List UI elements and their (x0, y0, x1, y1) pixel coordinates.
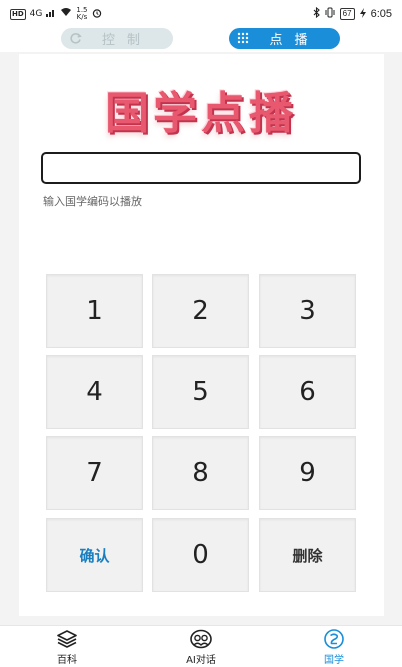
status-left: HD 4G 1.5 K/s (10, 7, 102, 21)
nav-label-guoxue: 国学 (324, 655, 344, 666)
key-1[interactable]: 1 (46, 274, 143, 348)
bottom-nav: 百科 AI对话 国学 (0, 625, 402, 667)
network-speed: 1.5 K/s (76, 7, 87, 21)
wifi-icon (60, 8, 72, 20)
status-bar: HD 4G 1.5 K/s 67 6:05 (0, 0, 402, 28)
battery-level: 67 (339, 8, 355, 20)
key-4[interactable]: 4 (46, 355, 143, 429)
status-right: 67 6:05 (313, 6, 392, 21)
tab-play[interactable]: 点播 (229, 28, 340, 49)
nav-item-baike[interactable]: 百科 (27, 626, 107, 667)
key-6[interactable]: 6 (259, 355, 356, 429)
alarm-icon (92, 8, 102, 21)
key-3[interactable]: 3 (259, 274, 356, 348)
key-9[interactable]: 9 (259, 436, 356, 510)
confirm-button[interactable]: 确认 (46, 518, 143, 592)
refresh-icon (69, 32, 82, 48)
page-title: 国学点播 (105, 88, 297, 139)
key-8[interactable]: 8 (152, 436, 249, 510)
nav-item-ai-chat[interactable]: AI对话 (161, 626, 241, 667)
keypad-icon (237, 32, 249, 48)
chat-faces-icon (190, 628, 212, 650)
code-input[interactable] (41, 152, 361, 184)
code-hint: 输入国学编码以播放 (43, 195, 142, 208)
nav-item-guoxue[interactable]: 国学 (294, 626, 374, 667)
header: 控制 点播 (0, 28, 402, 52)
hd-badge: HD (10, 8, 26, 20)
charging-icon (359, 7, 366, 21)
delete-button[interactable]: 删除 (259, 518, 356, 592)
tab-play-label: 点播 (269, 33, 320, 48)
key-7[interactable]: 7 (46, 436, 143, 510)
clock-time: 6:05 (370, 8, 392, 20)
layers-icon (56, 628, 78, 650)
nav-label-baike: 百科 (57, 655, 77, 666)
nav-label-ai-chat: AI对话 (186, 655, 216, 666)
key-2[interactable]: 2 (152, 274, 249, 348)
bluetooth-icon (313, 6, 320, 21)
vibrate-icon (325, 7, 335, 21)
speed-unit: K/s (76, 13, 88, 21)
tab-control[interactable]: 控制 (61, 28, 173, 49)
guoxue-icon (323, 628, 345, 650)
key-5[interactable]: 5 (152, 355, 249, 429)
signal-icon (46, 8, 56, 20)
signal-label: 4G (29, 9, 43, 19)
tab-control-label: 控制 (101, 33, 152, 48)
key-0[interactable]: 0 (152, 518, 249, 592)
